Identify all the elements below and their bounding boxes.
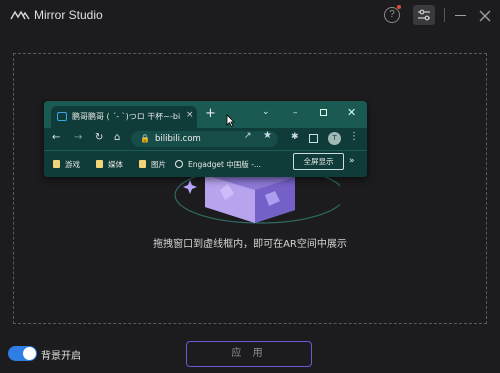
browser-menu-icon[interactable]: ⋮ [349,131,359,142]
forward-icon[interactable]: → [74,132,82,143]
side-panel-icon[interactable] [309,134,318,143]
toggle-knob [23,347,36,360]
new-tab-button[interactable]: + [205,107,216,121]
notification-dot [397,5,401,9]
browser-close-button[interactable]: ✕ [347,106,356,119]
browser-toolbar: ← → ↻ ⌂ 🔒 bilibili.com ↗ ★ ✱ T ⋮ [44,128,367,150]
lock-icon: 🔒 [140,134,150,143]
close-button[interactable] [478,8,492,22]
title-separator [444,8,445,22]
reload-icon[interactable]: ↻ [95,132,103,143]
back-icon[interactable]: ← [52,132,60,143]
settings-button[interactable] [413,5,435,25]
bilibili-icon [57,112,67,121]
profile-avatar[interactable]: T [328,132,341,145]
share-icon[interactable]: ↗ [244,131,252,141]
close-icon [479,10,491,22]
bookmark-item[interactable]: 图片 [139,159,166,170]
bookmarks-bar: 游戏 媒体 图片 Engadget 中国版 -... 全屏显示 » [44,150,367,177]
browser-maximize-button[interactable] [320,109,327,116]
mouse-cursor-icon [226,114,235,127]
home-icon[interactable]: ⌂ [114,132,120,143]
browser-minimize-button[interactable]: – [293,108,298,118]
app-title: Mirror Studio [34,8,103,22]
address-bar[interactable]: 🔒 bilibili.com [131,131,278,147]
browser-window[interactable]: 鹏哥鹏哥 ( ´- `)つロ 干杯~-bi × + ⌄ – ✕ ← → ↻ ⌂ … [44,101,367,177]
tab-search-icon[interactable]: ⌄ [262,107,270,117]
folder-icon [53,160,60,168]
apply-button[interactable]: 应 用 [186,341,312,367]
bookmarks-overflow-icon[interactable]: » [349,156,355,166]
extensions-icon[interactable]: ✱ [291,132,299,142]
tab-close-icon[interactable]: × [186,110,194,120]
bookmark-item[interactable]: 游戏 [53,159,80,170]
app-logo-icon [10,10,30,20]
background-toggle-label: 背景开启 [41,351,81,362]
bookmark-item[interactable]: 媒体 [96,159,123,170]
help-icon[interactable]: ? [384,7,400,23]
url-text: bilibili.com [155,134,201,144]
minimize-button[interactable] [454,8,468,22]
background-toggle[interactable] [8,346,37,361]
folder-icon [96,160,103,168]
browser-tab[interactable]: 鹏哥鹏哥 ( ´- `)つロ 干杯~-bi × [51,106,197,128]
globe-icon [175,160,183,168]
drop-hint: 拖拽窗口到虚线框内，即可在AR空间中展示 [153,239,347,250]
bookmark-star-icon[interactable]: ★ [263,130,272,141]
title-bar: Mirror Studio ? [0,0,500,32]
folder-icon [139,160,146,168]
fullscreen-button[interactable]: 全屏显示 [293,153,344,170]
bookmark-item[interactable]: Engadget 中国版 -... [175,159,261,170]
tab-title: 鹏哥鹏哥 ( ´- `)つロ 干杯~-bi [72,112,181,121]
sliders-icon [418,9,430,21]
